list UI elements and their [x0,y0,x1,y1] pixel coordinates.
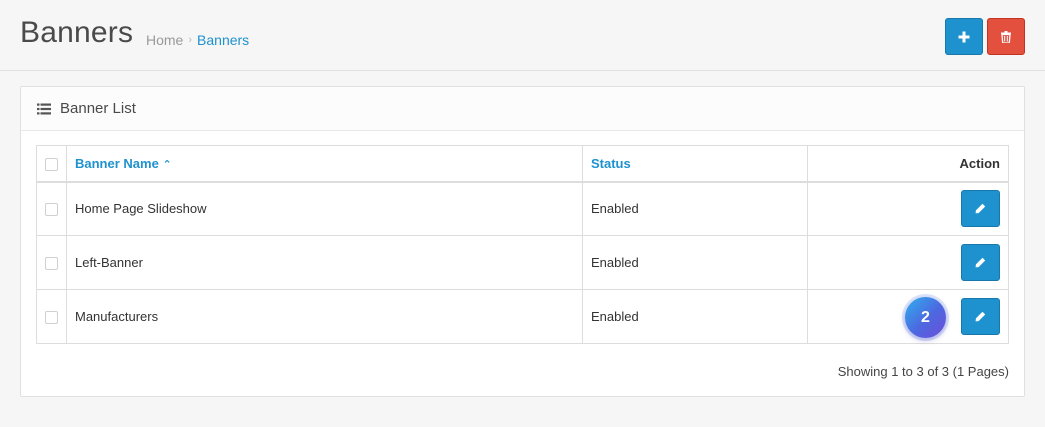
breadcrumb-home-link[interactable]: Home [146,32,183,48]
edit-button[interactable] [961,298,1000,335]
add-new-button[interactable] [945,18,983,55]
action-header-label: Action [959,155,1000,171]
banner-name-cell: Left-Banner [66,235,583,290]
status-sort-link[interactable]: Status [591,156,631,171]
action-cell [807,181,1009,236]
trash-icon [1001,30,1011,43]
row-select-cell [36,181,67,236]
table-row: Left-Banner Enabled [36,235,1009,290]
column-header-status[interactable]: Status [582,145,808,183]
row-checkbox[interactable] [45,257,58,271]
panel-heading: Banner List [21,87,1024,131]
banner-name: Left-Banner [75,255,143,270]
step-badge-number: 2 [905,297,946,338]
step-badge: 2 [902,294,949,341]
pagination-summary: Showing 1 to 3 of 3 (1 Pages) [837,364,1009,379]
banner-status: Enabled [591,309,639,324]
table-header-row: Banner Name ⌃ Status Action [36,145,1009,183]
row-select-cell [36,235,67,290]
select-all-cell [36,145,67,183]
row-select-cell [36,289,67,344]
banner-name: Manufacturers [75,309,159,324]
row-checkbox[interactable] [45,311,58,325]
breadcrumb-separator: › [188,34,193,46]
table-row: Home Page Slideshow Enabled [36,181,1009,236]
column-header-action: Action [807,145,1009,183]
banner-name-sort-link[interactable]: Banner Name [75,156,159,171]
page-title: Banners [20,16,134,49]
banner-status: Enabled [591,201,639,217]
plus-icon [958,31,970,42]
edit-button[interactable] [961,244,1000,281]
list-icon [37,103,51,114]
delete-button[interactable] [987,18,1025,55]
column-header-banner-name[interactable]: Banner Name ⌃ [66,145,583,183]
banner-list-panel: Banner List Banner Name ⌃ Status Action [20,86,1025,397]
banner-name-cell: Home Page Slideshow [66,181,583,236]
banner-table: Banner Name ⌃ Status Action Home Page Sl… [36,145,1009,344]
status-cell: Enabled [582,289,808,344]
pencil-icon [975,311,986,322]
row-checkbox[interactable] [45,203,58,217]
select-all-checkbox[interactable] [45,157,58,171]
pencil-icon [975,204,986,214]
banner-status: Enabled [591,255,639,270]
breadcrumb: Home › Banners [146,32,249,48]
edit-button[interactable] [961,190,1000,228]
sort-ascending-icon: ⌃ [162,158,172,171]
banner-name-cell: Manufacturers [66,289,583,344]
breadcrumb-banners-link[interactable]: Banners [197,32,249,48]
status-cell: Enabled [582,235,808,290]
table-row: Manufacturers Enabled [36,289,1009,344]
pencil-icon [975,257,986,268]
banner-name: Home Page Slideshow [75,201,207,217]
action-cell [807,235,1009,290]
page-header: Banners Home › Banners [0,0,1045,71]
status-cell: Enabled [582,181,808,236]
panel-title: Banner List [60,100,136,117]
